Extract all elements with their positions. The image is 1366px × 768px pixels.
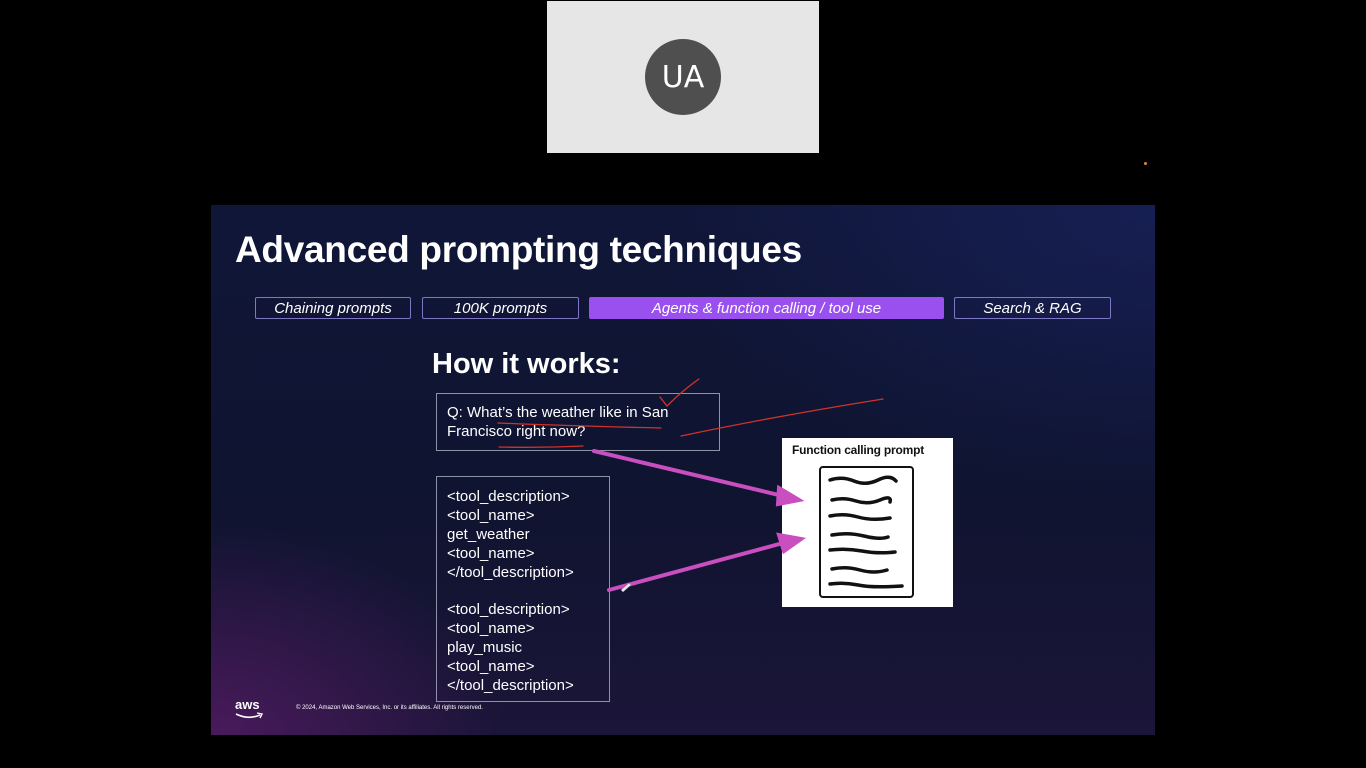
arrow-tools-to-prompt [607,541,785,592]
tool-line: <tool_description> [447,601,570,618]
pen-cursor-icon [620,582,632,593]
tab-search-rag: Search & RAG [954,297,1111,319]
arrow-question-to-prompt [592,449,785,498]
annotation-overlay [497,378,884,593]
question-line-1: Q: What’s the weather like in San [447,404,669,421]
participant-avatar: UA [645,39,721,115]
tool-line: <tool_name> [447,620,535,637]
status-dot [1144,162,1147,165]
tool-line: <tool_name> [447,545,535,562]
aws-logo-text: aws [235,697,260,712]
tool-description-box: <tool_description> <tool_name> get_weath… [436,476,610,702]
tool-line: <tool_name> [447,507,535,524]
tab-100k-prompts: 100K prompts [422,297,579,319]
slide-title: Advanced prompting techniques [235,229,802,270]
document-icon [819,466,914,598]
section-heading: How it works: [432,348,621,380]
tab-agents-function-calling: Agents & function calling / tool use [589,297,944,319]
tab-chaining-prompts: Chaining prompts [255,297,411,319]
copyright-notice: © 2024, Amazon Web Services, Inc. or its… [296,705,483,711]
tool-line: get_weather [447,526,530,543]
shared-slide: Advanced prompting techniques Chaining p… [211,205,1155,735]
function-calling-panel: Function calling prompt [782,438,953,607]
aws-smile-icon [235,712,264,719]
tool-line: <tool_name> [447,658,535,675]
question-box: Q: What’s the weather like in San Franci… [436,393,720,451]
tool-line: <tool_description> [447,488,570,505]
aws-logo: aws [235,698,265,720]
tool-line: </tool_description> [447,564,574,581]
tool-line: </tool_description> [447,677,574,694]
question-line-2: Francisco right now? [447,423,586,440]
tool-line: play_music [447,639,523,656]
